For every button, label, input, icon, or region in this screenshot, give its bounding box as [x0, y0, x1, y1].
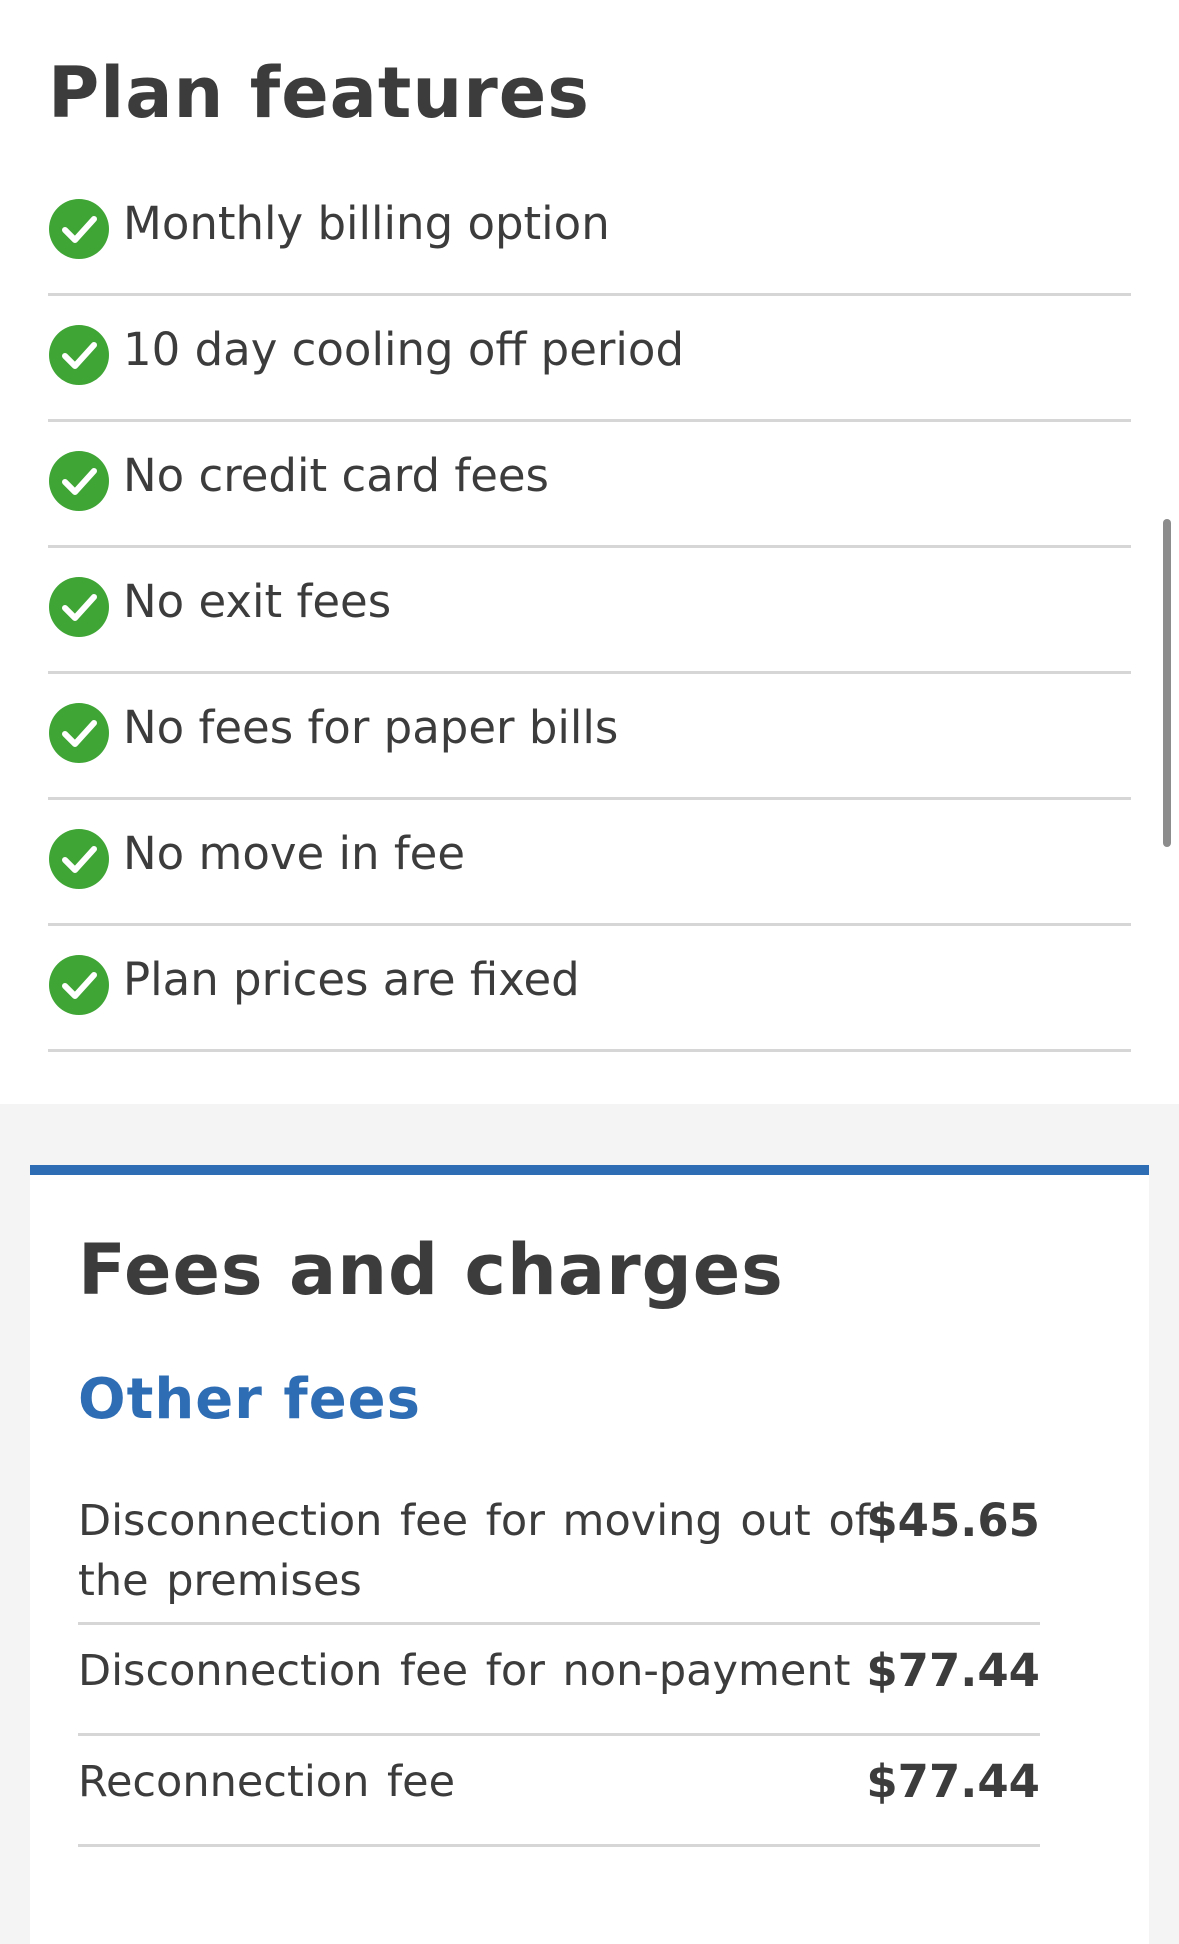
check-circle-icon [49, 577, 109, 637]
fee-label: Reconnection fee [78, 1757, 456, 1807]
feature-item: Monthly billing option [48, 170, 1131, 296]
fee-label: Disconnection fee for non-payment [78, 1646, 851, 1696]
feature-item: No exit fees [48, 548, 1131, 674]
feature-item: No move in fee [48, 800, 1131, 926]
plan-features-title: Plan features [48, 52, 590, 134]
feature-item: Plan prices are fixed [48, 926, 1131, 1052]
feature-label: Plan prices are fixed [123, 953, 580, 1006]
feature-label: Monthly billing option [123, 197, 610, 250]
plan-features-list: Monthly billing option 10 day cooling of… [48, 170, 1131, 1052]
fee-row: Disconnection fee for moving out of the … [78, 1475, 1040, 1625]
fees-card: Fees and charges Other fees Disconnectio… [30, 1165, 1149, 1944]
check-circle-icon [49, 325, 109, 385]
other-fees-title: Other fees [78, 1367, 421, 1432]
fee-row: Disconnection fee for non-payment $77.44 [78, 1625, 1040, 1736]
feature-label: No move in fee [123, 827, 466, 880]
scrollbar-thumb[interactable] [1163, 519, 1171, 847]
check-circle-icon [49, 703, 109, 763]
feature-item: No fees for paper bills [48, 674, 1131, 800]
other-fees-table: Disconnection fee for moving out of the … [78, 1475, 1040, 1847]
fees-title: Fees and charges [78, 1229, 784, 1311]
plan-features-section: Plan features Monthly billing option 10 … [0, 0, 1179, 1104]
fee-amount: $77.44 [866, 1755, 1040, 1808]
feature-label: No exit fees [123, 575, 392, 628]
fee-amount: $77.44 [866, 1644, 1040, 1697]
check-circle-icon [49, 199, 109, 259]
fee-row: Reconnection fee $77.44 [78, 1736, 1040, 1847]
feature-item: 10 day cooling off period [48, 296, 1131, 422]
fee-label: Disconnection fee for moving out of the … [78, 1496, 870, 1606]
check-circle-icon [49, 829, 109, 889]
fee-amount: $45.65 [866, 1494, 1040, 1547]
feature-label: No fees for paper bills [123, 701, 619, 754]
check-circle-icon [49, 955, 109, 1015]
fees-section: Fees and charges Other fees Disconnectio… [0, 1104, 1179, 1944]
feature-item: No credit card fees [48, 422, 1131, 548]
feature-label: 10 day cooling off period [123, 323, 685, 376]
feature-label: No credit card fees [123, 449, 550, 502]
check-circle-icon [49, 451, 109, 511]
